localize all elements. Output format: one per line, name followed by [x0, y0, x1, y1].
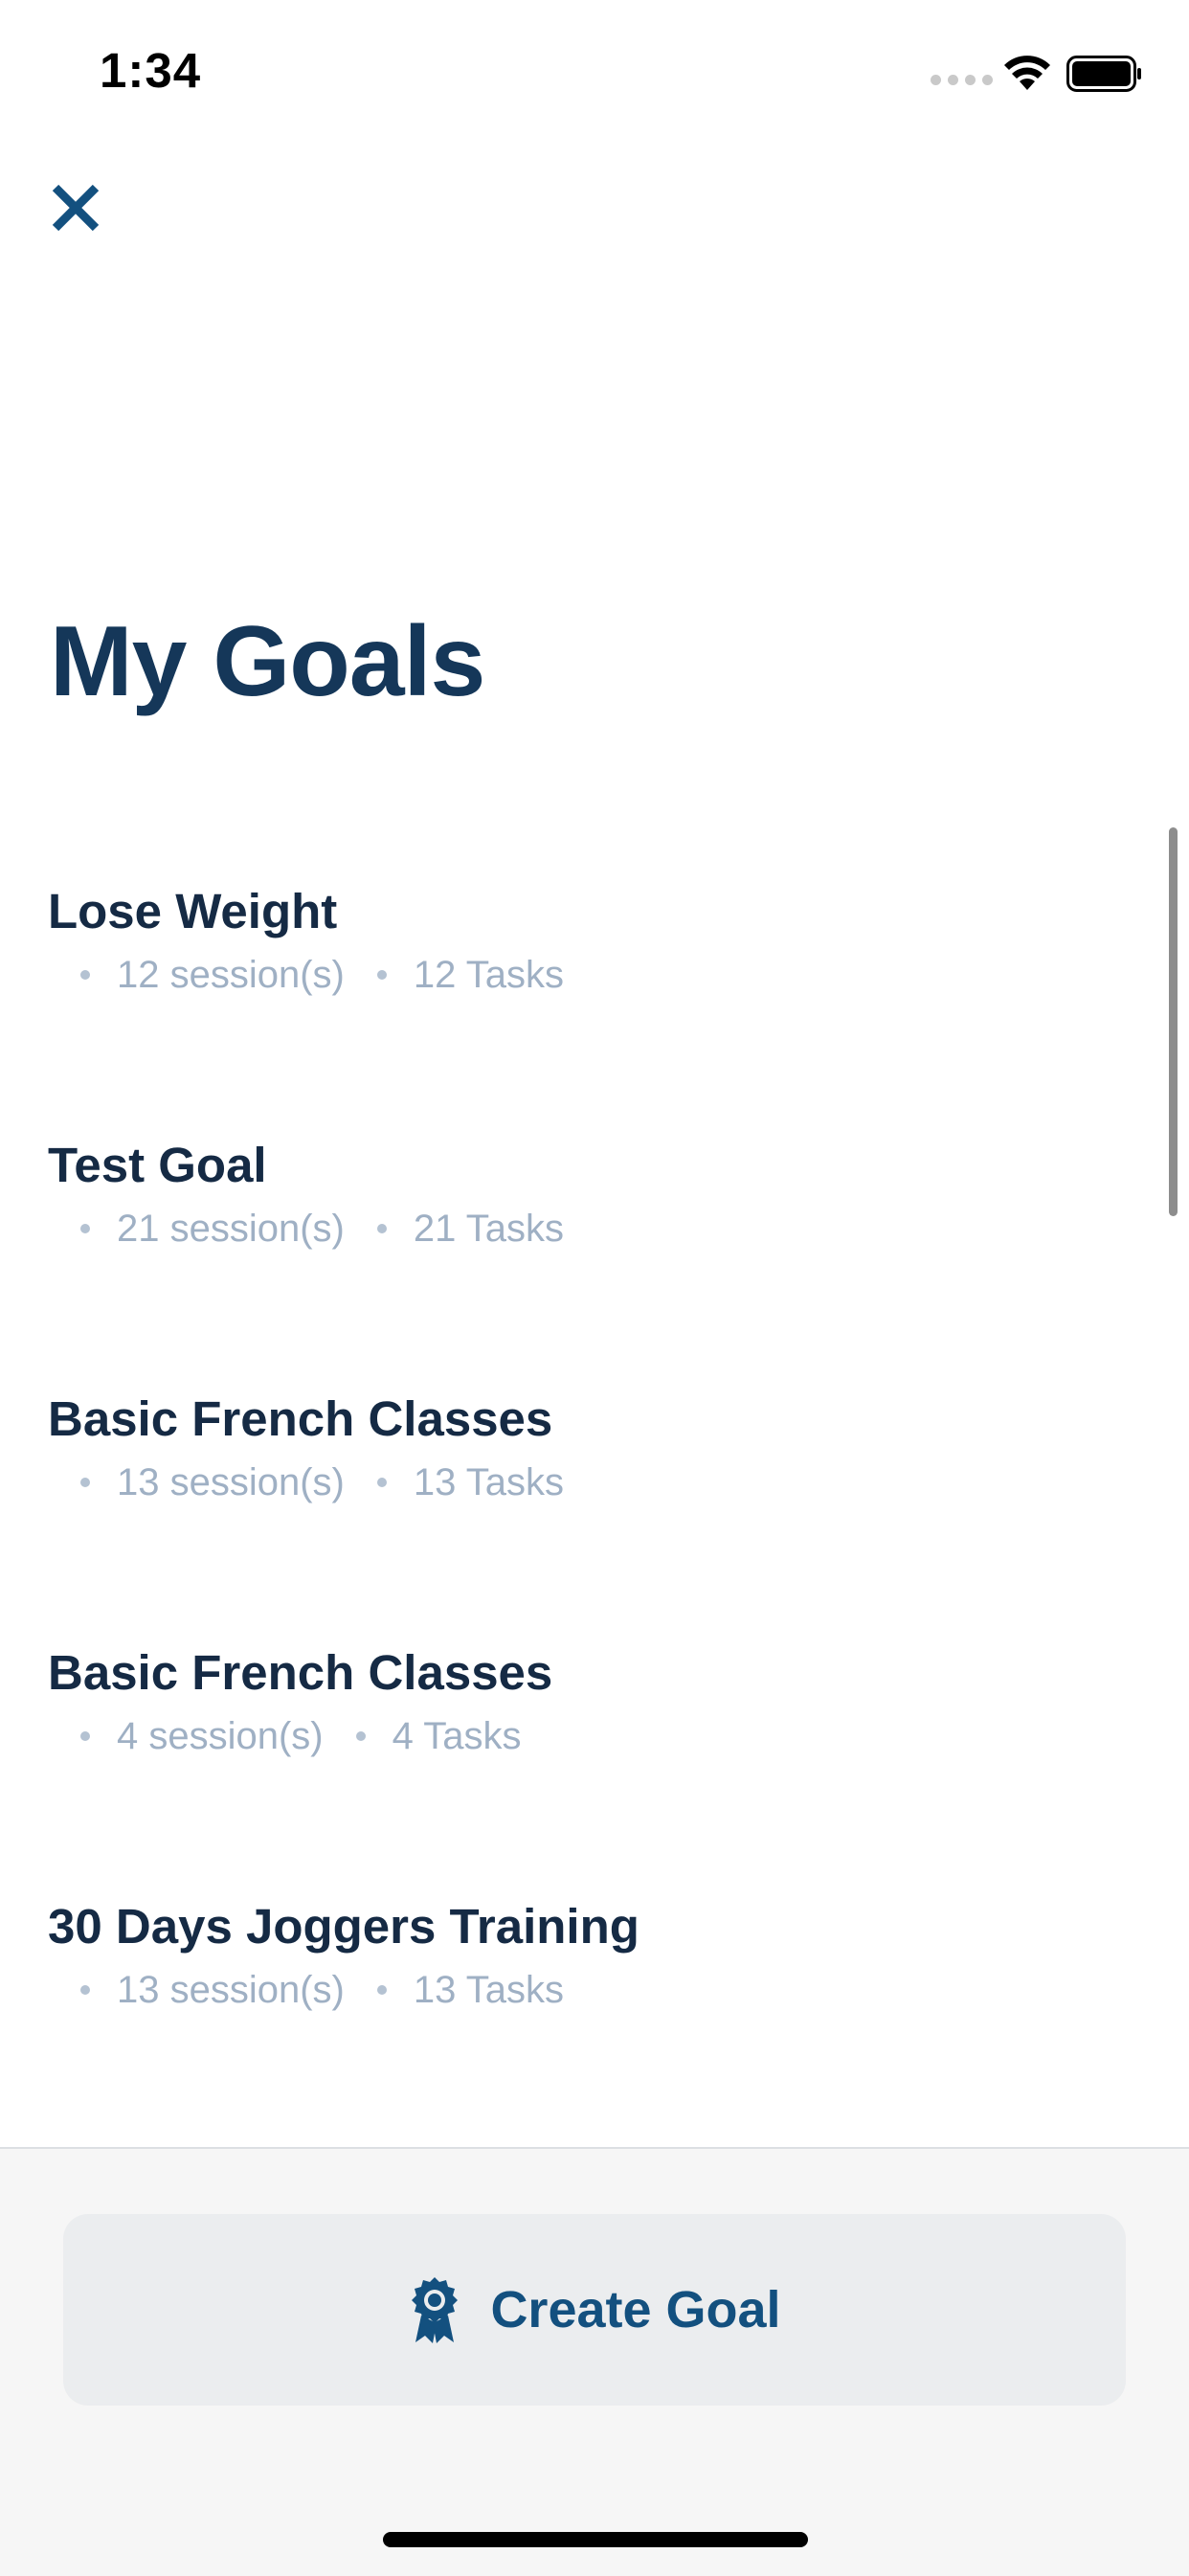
- bullet-dot: [376, 1224, 387, 1233]
- home-indicator: [383, 2532, 808, 2547]
- goal-item[interactable]: 30 Days Joggers Training 13 session(s) 1…: [0, 1877, 1158, 2131]
- bullet-dot: [80, 1478, 90, 1487]
- bullet-dot: [80, 1731, 90, 1741]
- goal-item[interactable]: Test Goal 21 session(s) 21 Tasks: [0, 1116, 1158, 1369]
- close-button[interactable]: [46, 178, 105, 237]
- scrollbar[interactable]: [1169, 827, 1178, 1216]
- bullet-dot: [376, 1985, 387, 1995]
- goal-sessions: 13 session(s): [117, 1969, 345, 2011]
- bullet-dot: [376, 1478, 387, 1487]
- status-bar: 1:34: [0, 0, 1189, 144]
- goal-tasks: 12 Tasks: [413, 954, 565, 996]
- page-title: My Goals: [50, 606, 485, 717]
- goal-tasks: 4 Tasks: [392, 1715, 522, 1757]
- goal-sessions: 12 session(s): [117, 954, 345, 996]
- goal-title: Test Goal: [48, 1138, 267, 1192]
- goal-title: Lose Weight: [48, 884, 338, 938]
- create-goal-button[interactable]: Create Goal: [63, 2214, 1126, 2406]
- goal-meta: 12 session(s) 12 Tasks: [48, 952, 1158, 998]
- bullet-dot: [80, 970, 90, 980]
- battery-icon: [1066, 56, 1141, 92]
- bottom-panel: Create Goal: [0, 2147, 1189, 2576]
- goal-title: 30 Days Joggers Training: [48, 1899, 639, 1954]
- goal-meta: 4 session(s) 4 Tasks: [48, 1713, 1158, 1759]
- goal-item[interactable]: Basic French Classes 13 session(s) 13 Ta…: [0, 1369, 1158, 1623]
- bullet-dot: [355, 1731, 366, 1741]
- goal-sessions: 4 session(s): [117, 1715, 324, 1757]
- goal-list: Lose Weight 12 session(s) 12 Tasks Test …: [0, 862, 1158, 2131]
- goal-meta: 13 session(s) 13 Tasks: [48, 1459, 1158, 1505]
- bullet-dot: [80, 1224, 90, 1233]
- cellular-signal-icon: [931, 75, 993, 85]
- goal-tasks: 21 Tasks: [413, 1208, 565, 1250]
- goal-item[interactable]: Lose Weight 12 session(s) 12 Tasks: [0, 862, 1158, 1116]
- goal-meta: 21 session(s) 21 Tasks: [48, 1206, 1158, 1252]
- goal-tasks: 13 Tasks: [413, 1461, 565, 1503]
- wifi-icon: [1004, 56, 1050, 90]
- goal-sessions: 21 session(s): [117, 1208, 345, 1250]
- goal-title: Basic French Classes: [48, 1645, 553, 1700]
- status-time: 1:34: [100, 43, 202, 98]
- award-ribbon-icon: [412, 2277, 459, 2343]
- bullet-dot: [80, 1985, 90, 1995]
- bullet-dot: [376, 970, 387, 980]
- create-goal-label: Create Goal: [490, 2281, 781, 2339]
- goal-tasks: 13 Tasks: [413, 1969, 565, 2011]
- goal-item[interactable]: Basic French Classes 4 session(s) 4 Task…: [0, 1623, 1158, 1877]
- close-icon: [52, 184, 100, 232]
- goal-sessions: 13 session(s): [117, 1461, 345, 1503]
- goal-meta: 13 session(s) 13 Tasks: [48, 1967, 1158, 2013]
- goal-title: Basic French Classes: [48, 1391, 553, 1446]
